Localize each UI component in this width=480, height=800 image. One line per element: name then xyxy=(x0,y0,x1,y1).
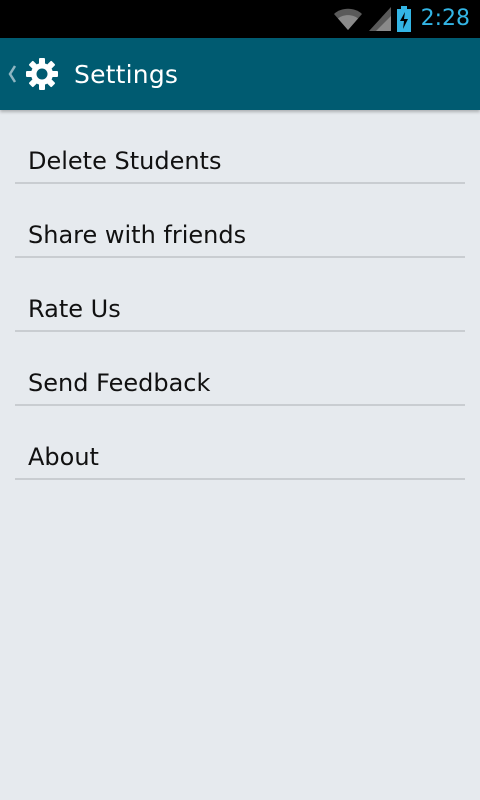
status-icons: 2:28 xyxy=(333,0,470,38)
list-item-delete-students[interactable]: Delete Students xyxy=(0,110,480,184)
list-item-share-with-friends[interactable]: Share with friends xyxy=(0,184,480,258)
list-item-label: Send Feedback xyxy=(28,369,211,397)
battery-charging-icon xyxy=(396,6,411,32)
status-time: 2:28 xyxy=(420,6,470,31)
wifi-icon xyxy=(333,7,363,31)
list-item-rate-us[interactable]: Rate Us xyxy=(0,258,480,332)
divider xyxy=(15,478,465,480)
chevron-left-icon xyxy=(4,38,20,110)
status-bar: 2:28 xyxy=(0,0,480,38)
list-item-label: Delete Students xyxy=(28,147,222,175)
up-button[interactable]: Settings xyxy=(0,38,190,110)
list-item-send-feedback[interactable]: Send Feedback xyxy=(0,332,480,406)
gear-icon xyxy=(24,56,60,92)
list-item-about[interactable]: About xyxy=(0,406,480,480)
page-title: Settings xyxy=(74,59,179,89)
settings-list: Delete Students Share with friends Rate … xyxy=(0,110,480,480)
action-bar: Settings xyxy=(0,38,480,110)
list-item-label: Rate Us xyxy=(28,295,121,323)
list-item-label: Share with friends xyxy=(28,221,247,249)
signal-icon xyxy=(368,7,391,31)
list-item-label: About xyxy=(28,443,99,471)
